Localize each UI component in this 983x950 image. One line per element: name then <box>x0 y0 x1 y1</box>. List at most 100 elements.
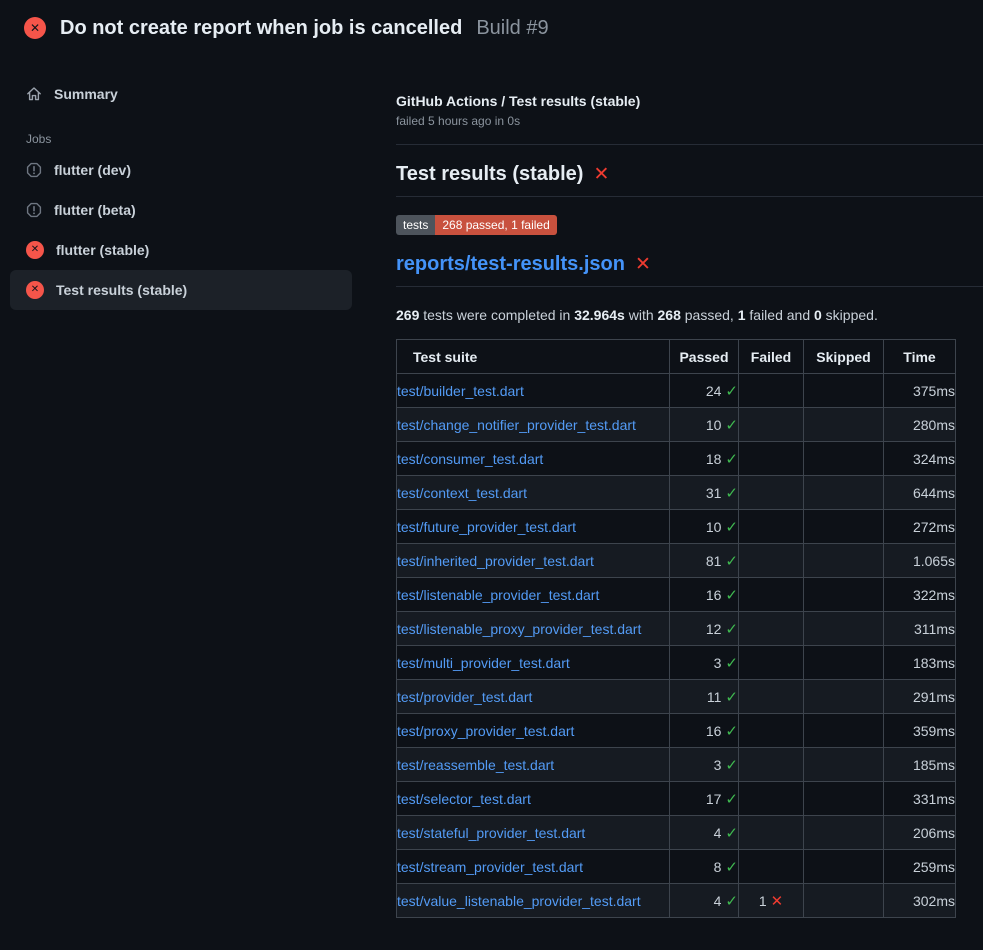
run-status-line: failed 5 hours ago in 0s <box>396 114 983 128</box>
failed-cell <box>739 816 804 850</box>
sidebar-item-test-results-stable[interactable]: ✕ Test results (stable) <box>10 270 352 310</box>
summary-line: 269 tests were completed in 32.964s with… <box>396 307 983 323</box>
suite-cell: test/proxy_provider_test.dart <box>397 714 670 748</box>
failed-cell <box>739 748 804 782</box>
failed-cell: 1✕ <box>739 884 804 918</box>
passed-count: 17 <box>706 791 722 807</box>
failed-cell <box>739 782 804 816</box>
time-cell: 259ms <box>884 850 956 884</box>
passed-count: 12 <box>706 621 722 637</box>
check-icon: ✓ <box>725 621 738 638</box>
job-label: Test results (stable) <box>56 282 187 298</box>
divider <box>396 144 983 145</box>
test-suite-link[interactable]: test/provider_test.dart <box>397 689 532 705</box>
table-header-row: Test suite Passed Failed Skipped Time <box>397 340 956 374</box>
failed-cell <box>739 408 804 442</box>
passed-count: 81 <box>706 553 722 569</box>
summary-text: 268 <box>658 307 681 323</box>
failed-circle-icon: ✕ <box>26 241 44 259</box>
test-suite-link[interactable]: test/stream_provider_test.dart <box>397 859 583 875</box>
passed-count: 3 <box>714 655 722 671</box>
failed-cell <box>739 510 804 544</box>
passed-count: 10 <box>706 417 722 433</box>
tests-badge: tests 268 passed, 1 failed <box>396 215 557 235</box>
check-icon: ✓ <box>725 485 738 502</box>
check-icon: ✓ <box>725 553 738 570</box>
time-cell: 206ms <box>884 816 956 850</box>
test-suite-link[interactable]: test/inherited_provider_test.dart <box>397 553 594 569</box>
test-suite-link[interactable]: test/selector_test.dart <box>397 791 531 807</box>
suite-cell: test/multi_provider_test.dart <box>397 646 670 680</box>
check-icon: ✓ <box>725 757 738 774</box>
report-heading: reports/test-results.json ✕ <box>396 253 983 287</box>
suite-cell: test/selector_test.dart <box>397 782 670 816</box>
sidebar: Summary Jobs ✕ flutter (dev) ✕ flutter (… <box>0 56 396 310</box>
report-file-link[interactable]: reports/test-results.json <box>396 253 625 276</box>
skipped-cell <box>804 782 884 816</box>
passed-cell: 4✓ <box>670 816 739 850</box>
test-suite-link[interactable]: test/listenable_proxy_provider_test.dart <box>397 621 641 637</box>
passed-cell: 3✓ <box>670 646 739 680</box>
check-icon: ✓ <box>725 859 738 876</box>
jobs-list: ✕ flutter (dev) ✕ flutter (beta) ✕ flutt… <box>10 150 396 310</box>
test-suite-link[interactable]: test/value_listenable_provider_test.dart <box>397 893 641 909</box>
passed-cell: 11✓ <box>670 680 739 714</box>
main-content: GitHub Actions / Test results (stable) f… <box>396 56 983 918</box>
summary-text: tests were completed in <box>419 307 574 323</box>
test-suite-link[interactable]: test/builder_test.dart <box>397 383 524 399</box>
test-suite-link[interactable]: test/listenable_provider_test.dart <box>397 587 599 603</box>
job-label: flutter (stable) <box>56 242 149 258</box>
badge-label: tests <box>396 215 435 235</box>
test-suite-link[interactable]: test/future_provider_test.dart <box>397 519 576 535</box>
results-table: Test suite Passed Failed Skipped Time te… <box>396 339 956 918</box>
passed-cell: 81✓ <box>670 544 739 578</box>
suite-cell: test/builder_test.dart <box>397 374 670 408</box>
suite-cell: test/reassemble_test.dart <box>397 748 670 782</box>
time-cell: 331ms <box>884 782 956 816</box>
failed-circle-icon: ✕ <box>26 281 44 299</box>
summary-label: Summary <box>54 86 118 102</box>
passed-count: 11 <box>707 689 722 705</box>
section-title: Test results (stable) <box>396 163 583 186</box>
time-cell: 311ms <box>884 612 956 646</box>
cancelled-octagon-icon <box>26 162 42 178</box>
cross-icon: ✕ <box>771 893 784 910</box>
time-cell: 1.065s <box>884 544 956 578</box>
suite-cell: test/value_listenable_provider_test.dart <box>397 884 670 918</box>
test-suite-link[interactable]: test/change_notifier_provider_test.dart <box>397 417 636 433</box>
suite-cell: test/future_provider_test.dart <box>397 510 670 544</box>
passed-cell: 16✓ <box>670 714 739 748</box>
skipped-cell <box>804 714 884 748</box>
table-row: test/listenable_provider_test.dart16✓322… <box>397 578 956 612</box>
test-suite-link[interactable]: test/proxy_provider_test.dart <box>397 723 574 739</box>
test-suite-link[interactable]: test/reassemble_test.dart <box>397 757 554 773</box>
header-time: Time <box>884 340 956 374</box>
skipped-cell <box>804 748 884 782</box>
sidebar-item-summary[interactable]: Summary <box>10 74 352 114</box>
suite-cell: test/context_test.dart <box>397 476 670 510</box>
time-cell: 359ms <box>884 714 956 748</box>
badge-value: 268 passed, 1 failed <box>435 215 556 235</box>
test-suite-link[interactable]: test/multi_provider_test.dart <box>397 655 570 671</box>
header-passed: Passed <box>670 340 739 374</box>
test-suite-link[interactable]: test/context_test.dart <box>397 485 527 501</box>
time-cell: 183ms <box>884 646 956 680</box>
sidebar-item-flutter-dev[interactable]: ✕ flutter (dev) <box>10 150 352 190</box>
table-row: test/selector_test.dart17✓331ms <box>397 782 956 816</box>
table-row: test/consumer_test.dart18✓324ms <box>397 442 956 476</box>
passed-cell: 10✓ <box>670 510 739 544</box>
passed-cell: 10✓ <box>670 408 739 442</box>
passed-cell: 31✓ <box>670 476 739 510</box>
skipped-cell <box>804 442 884 476</box>
summary-text: passed, <box>681 307 738 323</box>
suite-cell: test/listenable_provider_test.dart <box>397 578 670 612</box>
suite-cell: test/inherited_provider_test.dart <box>397 544 670 578</box>
skipped-cell <box>804 374 884 408</box>
test-suite-link[interactable]: test/consumer_test.dart <box>397 451 543 467</box>
failed-x-icon: ✕ <box>635 255 651 274</box>
test-suite-link[interactable]: test/stateful_provider_test.dart <box>397 825 585 841</box>
sidebar-item-flutter-stable[interactable]: ✕ flutter (stable) <box>10 230 352 270</box>
time-cell: 280ms <box>884 408 956 442</box>
sidebar-item-flutter-beta[interactable]: ✕ flutter (beta) <box>10 190 352 230</box>
table-row: test/stream_provider_test.dart8✓259ms <box>397 850 956 884</box>
